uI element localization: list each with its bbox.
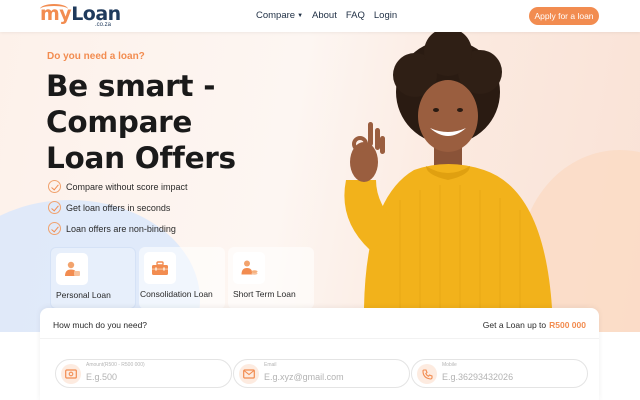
max-loan-label: Get a Loan up to (482, 320, 547, 330)
benefit-item: Get loan offers in seconds (48, 197, 188, 218)
headline-line: Compare (46, 105, 193, 139)
check-circle-icon (48, 201, 61, 214)
panel-divider (40, 338, 599, 339)
benefit-text: Get loan offers in seconds (66, 202, 171, 213)
nav-login[interactable]: Login (374, 10, 397, 22)
apply-for-loan-button[interactable]: Apply for a loan (529, 7, 599, 25)
hero-woman-image (344, 30, 552, 308)
phone-icon (417, 364, 437, 384)
hero-headline: Be smart - Compare Loan Offers (46, 68, 306, 176)
caret-down-icon: ▼ (297, 13, 304, 19)
benefit-text: Compare without score impact (66, 181, 188, 192)
benefit-text: Loan offers are non-binding (66, 223, 176, 234)
hero-eyebrow: Do you need a loan? (47, 51, 145, 62)
max-loan-info: Get a Loan up to R500 000 (483, 320, 586, 330)
benefit-item: Compare without score impact (48, 176, 188, 197)
nav-compare-label: Compare (256, 10, 296, 21)
benefit-item: Loan offers are non-binding (48, 218, 188, 239)
logo-domain: .co.za (95, 22, 112, 28)
email-field[interactable]: Email (233, 359, 410, 388)
mylogo-link[interactable]: myLoan .co.za (40, 3, 121, 29)
nav-compare[interactable]: Compare ▼ (256, 10, 303, 22)
loan-type-label: Personal Loan (56, 290, 111, 300)
mail-icon (239, 364, 259, 384)
amount-question: How much do you need? (53, 320, 148, 330)
amount-field-label: Amount(R500 - R500 000) (86, 362, 145, 368)
mobile-input[interactable] (442, 370, 582, 384)
person-icon (56, 253, 88, 285)
headline-line: Be smart - (46, 69, 216, 103)
loan-type-short-term[interactable]: Short Term Loan (228, 247, 314, 309)
site-header: myLoan .co.za Compare ▼ About FAQ Login A… (0, 0, 640, 32)
nav-about[interactable]: About (312, 10, 337, 22)
mobile-field[interactable]: Mobile (411, 359, 588, 388)
loan-type-consolidation[interactable]: Consolidation Loan (139, 247, 225, 309)
email-field-label: Email (264, 362, 277, 368)
loan-form-panel: How much do you need? Get a Loan up to R5… (40, 308, 599, 400)
logo-arc-icon (40, 4, 68, 14)
email-input[interactable] (264, 370, 404, 384)
person-coins-icon (233, 252, 265, 284)
benefit-list: Compare without score impact Get loan of… (48, 176, 188, 239)
nav-faq[interactable]: FAQ (346, 10, 365, 22)
headline-line: Loan Offers (46, 141, 236, 175)
amount-input[interactable] (86, 370, 226, 384)
amount-field[interactable]: Amount(R500 - R500 000) (55, 359, 232, 388)
loan-type-label: Short Term Loan (233, 289, 296, 299)
check-circle-icon (48, 222, 61, 235)
mobile-field-label: Mobile (442, 362, 457, 368)
loan-type-personal[interactable]: Personal Loan (50, 247, 136, 309)
loan-type-selector: Personal Loan Consolidation Loan Short T… (50, 247, 314, 309)
max-loan-amount: R500 000 (549, 320, 586, 330)
main-nav: Compare ▼ About FAQ Login (256, 10, 397, 22)
check-circle-icon (48, 180, 61, 193)
money-icon (61, 364, 81, 384)
briefcase-icon (144, 252, 176, 284)
loan-type-label: Consolidation Loan (140, 289, 213, 299)
